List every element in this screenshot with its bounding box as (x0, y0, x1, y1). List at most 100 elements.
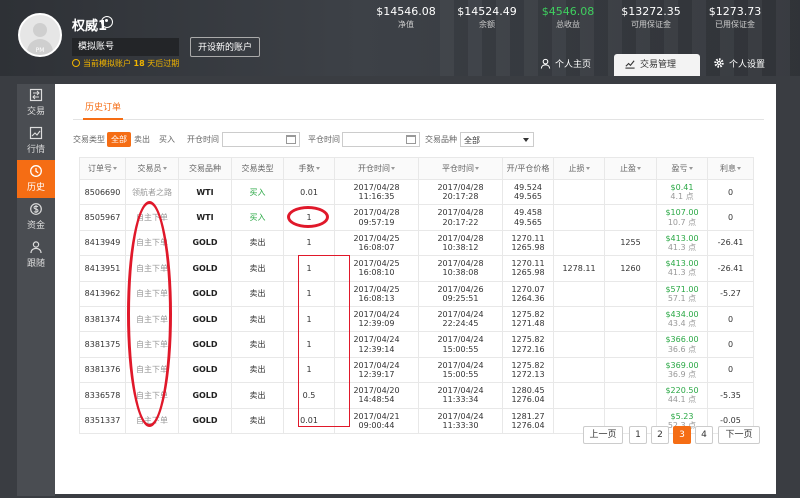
table-row[interactable]: 8413951 自主下单 GOLD 卖出 1 2017/04/25 16:08:10 201… (79, 255, 754, 282)
table-row[interactable]: 8413949 自主下单 GOLD 卖出 1 2017/04/25 16:08:07 201… (79, 229, 754, 257)
table-row[interactable]: 8413962 自主下单 GOLD 卖出 1 2017/04/25 16:08:13 201… (79, 280, 754, 307)
tab-personal-settings[interactable]: 个人设置 (703, 54, 775, 76)
table-row[interactable]: 8506690 领航者之路 WTI 买入 0.01 2017/04/28 11:16:35… (79, 178, 754, 206)
table-row[interactable]: 8381376 自主下单 GOLD 卖出 1 2017/04/24 12:39:17 201… (79, 356, 754, 384)
close-price: 49.565 (514, 192, 542, 202)
close-price: 1272.16 (511, 344, 545, 354)
sidebar-item-funds[interactable]: 资金 (17, 198, 55, 236)
sort-arrow-icon[interactable] (113, 167, 117, 170)
sidebar-item-label: 交易 (26, 107, 45, 117)
open-time: 2017/04/21 09:00:44 (353, 411, 400, 430)
stat-value: $14546.08 (376, 5, 436, 18)
sidebar-item-follow[interactable]: 跟随 (17, 236, 55, 274)
filter-type-all-button[interactable]: 全部 (107, 132, 131, 147)
close-price: 1271.48 (511, 319, 545, 329)
profit-points: 44.1 点 (667, 395, 697, 405)
cell-stop-loss (553, 356, 605, 384)
column-header[interactable]: 利息 (707, 157, 754, 180)
page-1-button[interactable]: 1 (629, 426, 647, 444)
filter-type-sell-button[interactable]: 卖出 (130, 132, 154, 147)
sort-arrow-icon[interactable] (315, 167, 320, 170)
cell-trade-type: 卖出 (231, 356, 284, 384)
sort-arrow-icon[interactable] (637, 167, 641, 170)
history-icon (30, 165, 42, 177)
market-chart-icon (29, 126, 43, 140)
cell-prices: 1281.27 1276.04 (502, 407, 554, 434)
column-header[interactable]: 开仓时间 (334, 157, 419, 180)
profit-value: $0.41 (670, 183, 694, 192)
table-row[interactable]: 8336578 自主下单 GOLD 卖出 0.5 2017/04/20 14:48:54 2… (79, 382, 754, 409)
next-page-button[interactable]: 下一页 (718, 426, 760, 444)
trade-type: 卖出 (249, 339, 266, 349)
column-header[interactable]: 止盈 (604, 157, 657, 180)
profit-value: $220.50 (665, 386, 699, 396)
table-row[interactable]: 8381374 自主下单 GOLD 卖出 1 2017/04/24 12:39:09 201… (79, 305, 754, 333)
profit-value: $434.00 (665, 309, 699, 319)
calendar-icon[interactable] (286, 135, 296, 144)
sidebar-item-history[interactable]: 历史 (17, 160, 55, 198)
stat-label: 已用保证金 (715, 20, 755, 29)
sort-arrow-icon[interactable] (162, 167, 167, 170)
page-4-button[interactable]: 4 (695, 426, 713, 444)
tab-label: 交易管理 (640, 60, 677, 70)
close-time-input[interactable] (342, 132, 420, 147)
filter-type-buy-button[interactable]: 买入 (155, 132, 179, 147)
symbol-name: GOLD (192, 289, 218, 299)
column-header[interactable]: 手数 (283, 157, 335, 180)
column-header[interactable]: 交易品种 (178, 157, 232, 180)
sidebar-item-trade[interactable]: 交易 (17, 84, 55, 122)
open-time: 2017/04/24 12:39:17 (353, 360, 400, 379)
cell-symbol: GOLD (178, 305, 232, 333)
prev-page-button[interactable]: 上一页 (583, 426, 623, 444)
column-header[interactable]: 交易员 (125, 157, 179, 180)
cell-close-time: 2017/04/28 20:17:22 (418, 204, 503, 231)
column-header[interactable]: 订单号 (79, 157, 126, 180)
symbol-name: GOLD (192, 365, 218, 375)
cell-close-time: 2017/04/24 22:24:45 (418, 305, 503, 333)
sort-arrow-icon[interactable] (391, 167, 395, 170)
column-header[interactable]: 交易类型 (231, 157, 284, 180)
tab-history-orders[interactable]: 历史订单 (83, 100, 124, 120)
calendar-icon[interactable] (406, 135, 416, 144)
cell-interest: 0 (707, 204, 754, 231)
account-type-selector[interactable]: 模拟账号 (72, 38, 179, 56)
page-3-button[interactable]: 3 (673, 426, 691, 444)
cell-take-profit: 1260 (604, 255, 657, 282)
tab-trade-management[interactable]: 交易管理 (614, 54, 700, 76)
symbol-select[interactable]: 全部 (460, 132, 534, 147)
annotation-lots-column-rect (298, 255, 350, 427)
column-header[interactable]: 开/平仓价格 (502, 157, 554, 180)
close-price: 1272.13 (511, 369, 545, 379)
table-row[interactable]: 8505967 自主下单 WTI 买入 1 2017/04/28 09:57:19 2017… (79, 204, 754, 231)
tab-personal-home[interactable]: 个人主页 (530, 54, 601, 76)
open-time: 2017/04/20 14:48:54 (353, 386, 400, 405)
column-header[interactable]: 盈亏 (656, 157, 708, 180)
cell-prices: 1280.45 1276.04 (502, 382, 554, 409)
avatar[interactable]: PM (18, 13, 62, 57)
cell-prices: 1275.82 1271.48 (502, 305, 554, 333)
sidebar-item-label: 资金 (26, 221, 45, 231)
open-time: 2017/04/24 12:39:14 (353, 335, 400, 354)
table-row[interactable]: 8381375 自主下单 GOLD 卖出 1 2017/04/24 12:39:14 201… (79, 331, 754, 358)
sidebar-item-market[interactable]: 行情 (17, 122, 55, 160)
history-orders-table: 订单号 交易员 交易品种 交易类型 手数 开仓时间 平仓时间 开/平仓价格 止损 止盈 盈亏 利息 8… (79, 157, 754, 434)
open-time-input[interactable] (222, 132, 300, 147)
gear-icon (714, 58, 724, 68)
trade-type: 卖出 (249, 289, 266, 299)
column-header[interactable]: 止损 (553, 157, 605, 180)
sort-arrow-icon[interactable] (475, 167, 479, 170)
cell-close-time: 2017/04/28 10:38:12 (418, 229, 503, 257)
page-2-button[interactable]: 2 (651, 426, 669, 444)
column-header[interactable]: 平仓时间 (418, 157, 503, 180)
demo-notice-prefix: 当前模拟账户 (83, 59, 131, 68)
take-profit: 1260 (620, 263, 641, 273)
stat-value: $4546.08 (541, 5, 595, 18)
sort-arrow-icon[interactable] (688, 167, 693, 170)
annotation-lots-cell-ellipse (287, 206, 329, 228)
open-new-account-button[interactable]: 开设新的账户 (190, 37, 260, 57)
user-profile-icon[interactable] (101, 16, 113, 28)
sort-arrow-icon[interactable] (737, 167, 741, 170)
account-header: PM 权威1 模拟账号 开设新的账户 当前模拟账户 18 天后过期 $14546… (0, 0, 800, 76)
cell-prices: 49.458 49.565 (502, 204, 554, 231)
sort-arrow-icon[interactable] (585, 167, 590, 170)
